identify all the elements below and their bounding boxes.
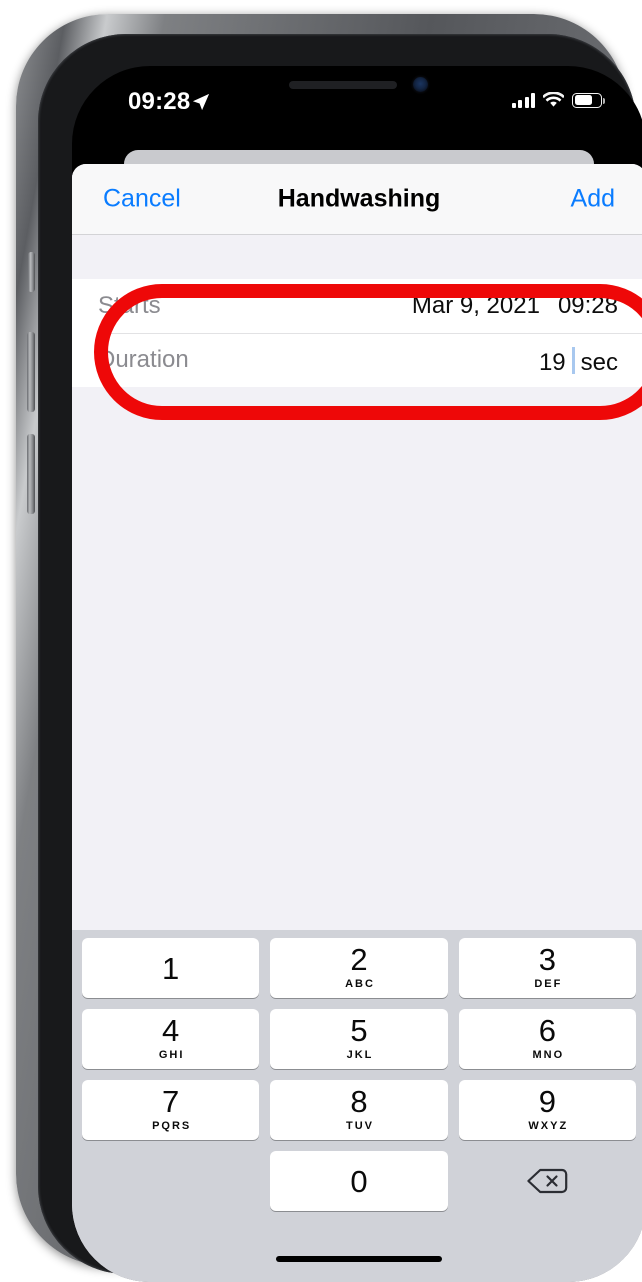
key-8[interactable]: 8 TUV — [270, 1080, 448, 1140]
key-6-letters: MNO — [532, 1049, 565, 1061]
starts-time-field[interactable]: 09:28 — [558, 292, 618, 320]
phone-bezel: 09:28 Cancel Handwashing Add Starts Mar … — [38, 34, 642, 1282]
wifi-icon — [543, 92, 564, 107]
key-3-digit: 3 — [538, 942, 556, 977]
key-2-digit: 2 — [350, 942, 368, 977]
key-7[interactable]: 7 PQRS — [82, 1080, 260, 1140]
key-9-letters: WXYZ — [528, 1120, 569, 1132]
key-0-digit: 0 — [350, 1163, 368, 1199]
key-5[interactable]: 5 JKL — [270, 1009, 448, 1069]
form-row-starts[interactable]: Starts Mar 9, 2021 09:28 — [72, 279, 642, 333]
duration-unit: sec — [580, 349, 618, 376]
key-8-digit: 8 — [350, 1084, 368, 1119]
backspace-delete-icon[interactable] — [459, 1151, 636, 1211]
keyboard-row-3: 7 PQRS 8 TUV 9 WXYZ — [72, 1080, 642, 1140]
volume-up-button[interactable] — [27, 332, 35, 412]
mute-switch-button[interactable] — [28, 252, 35, 292]
battery-icon — [572, 92, 605, 108]
duration-label: Duration — [98, 346, 189, 373]
key-4[interactable]: 4 GHI — [82, 1009, 260, 1069]
page-title: Handwashing — [277, 184, 441, 213]
key-4-digit: 4 — [162, 1013, 180, 1048]
location-arrow-icon — [192, 93, 210, 111]
status-bar-indicators — [511, 92, 605, 108]
key-9[interactable]: 9 WXYZ — [458, 1080, 636, 1140]
key-6[interactable]: 6 MNO — [458, 1009, 636, 1069]
key-6-digit: 6 — [538, 1013, 556, 1048]
duration-value: 19 sec — [539, 343, 618, 377]
text-cursor-caret — [571, 347, 575, 374]
add-handwashing-sheet: Cancel Handwashing Add Starts Mar 9, 202… — [72, 164, 642, 1282]
keyboard-row-1: 1 2 ABC 3 DEF — [72, 938, 642, 998]
form-row-duration[interactable]: Duration 19 sec — [72, 333, 642, 387]
key-7-digit: 7 — [162, 1084, 180, 1119]
keyboard-row-4: 0 — [72, 1151, 642, 1211]
keyboard-row-2: 4 GHI 5 JKL 6 MNO — [72, 1009, 642, 1069]
status-bar-time: 09:28 — [128, 88, 191, 115]
status-bar: 09:28 — [72, 66, 642, 130]
starts-value: Mar 9, 2021 09:28 — [412, 292, 618, 320]
phone-frame: 09:28 Cancel Handwashing Add Starts Mar … — [16, 14, 642, 1282]
key-1-digit: 1 — [162, 950, 180, 986]
add-button[interactable]: Add — [571, 185, 615, 214]
key-3-letters: DEF — [534, 978, 563, 990]
key-9-digit: 9 — [538, 1084, 556, 1119]
key-blank-left — [82, 1151, 259, 1211]
backspace-delete-glyph — [527, 1168, 568, 1194]
key-5-digit: 5 — [350, 1013, 368, 1048]
key-7-letters: PQRS — [152, 1120, 192, 1132]
navigation-bar: Cancel Handwashing Add — [72, 164, 642, 235]
key-1[interactable]: 1 — [82, 938, 260, 998]
phone-screen: 09:28 Cancel Handwashing Add Starts Mar … — [72, 66, 642, 1282]
key-5-letters: JKL — [346, 1049, 374, 1061]
key-2-letters: ABC — [345, 978, 375, 990]
key-2[interactable]: 2 ABC — [270, 938, 448, 998]
volume-down-button[interactable] — [27, 434, 35, 514]
key-4-letters: GHI — [158, 1049, 185, 1061]
starts-date-field[interactable]: Mar 9, 2021 — [412, 292, 540, 320]
form-group: Starts Mar 9, 2021 09:28 Duration 19 sec — [72, 279, 642, 387]
key-3[interactable]: 3 DEF — [458, 938, 636, 998]
duration-number: 19 — [538, 349, 566, 376]
home-indicator[interactable] — [276, 1256, 442, 1262]
key-0[interactable]: 0 — [270, 1151, 448, 1211]
starts-label: Starts — [98, 292, 161, 319]
key-8-letters: TUV — [345, 1120, 374, 1132]
cellular-bars-icon — [511, 92, 535, 108]
numeric-keyboard: 1 2 ABC 3 DEF 4 GHI 5 JKL 6 MNO 7 PQRS 8… — [72, 930, 642, 1282]
duration-input[interactable]: 19 sec — [539, 343, 618, 377]
